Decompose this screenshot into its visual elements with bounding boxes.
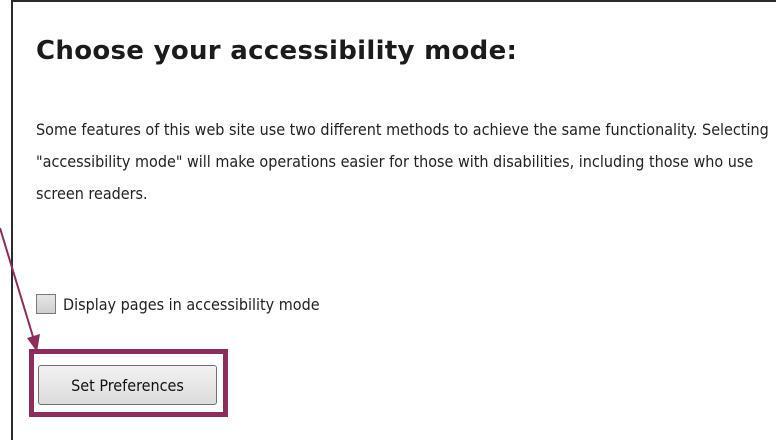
- accessibility-checkbox-row[interactable]: Display pages in accessibility mode: [36, 290, 320, 318]
- set-preferences-button[interactable]: Set Preferences: [38, 365, 217, 405]
- accessibility-mode-checkbox[interactable]: [36, 294, 56, 314]
- arrow-line: [0, 227, 35, 341]
- description-text: Some features of this web site use two d…: [36, 120, 769, 203]
- page-heading: Choose your accessibility mode:: [36, 36, 518, 66]
- checkbox-label[interactable]: Display pages in accessibility mode: [63, 295, 320, 314]
